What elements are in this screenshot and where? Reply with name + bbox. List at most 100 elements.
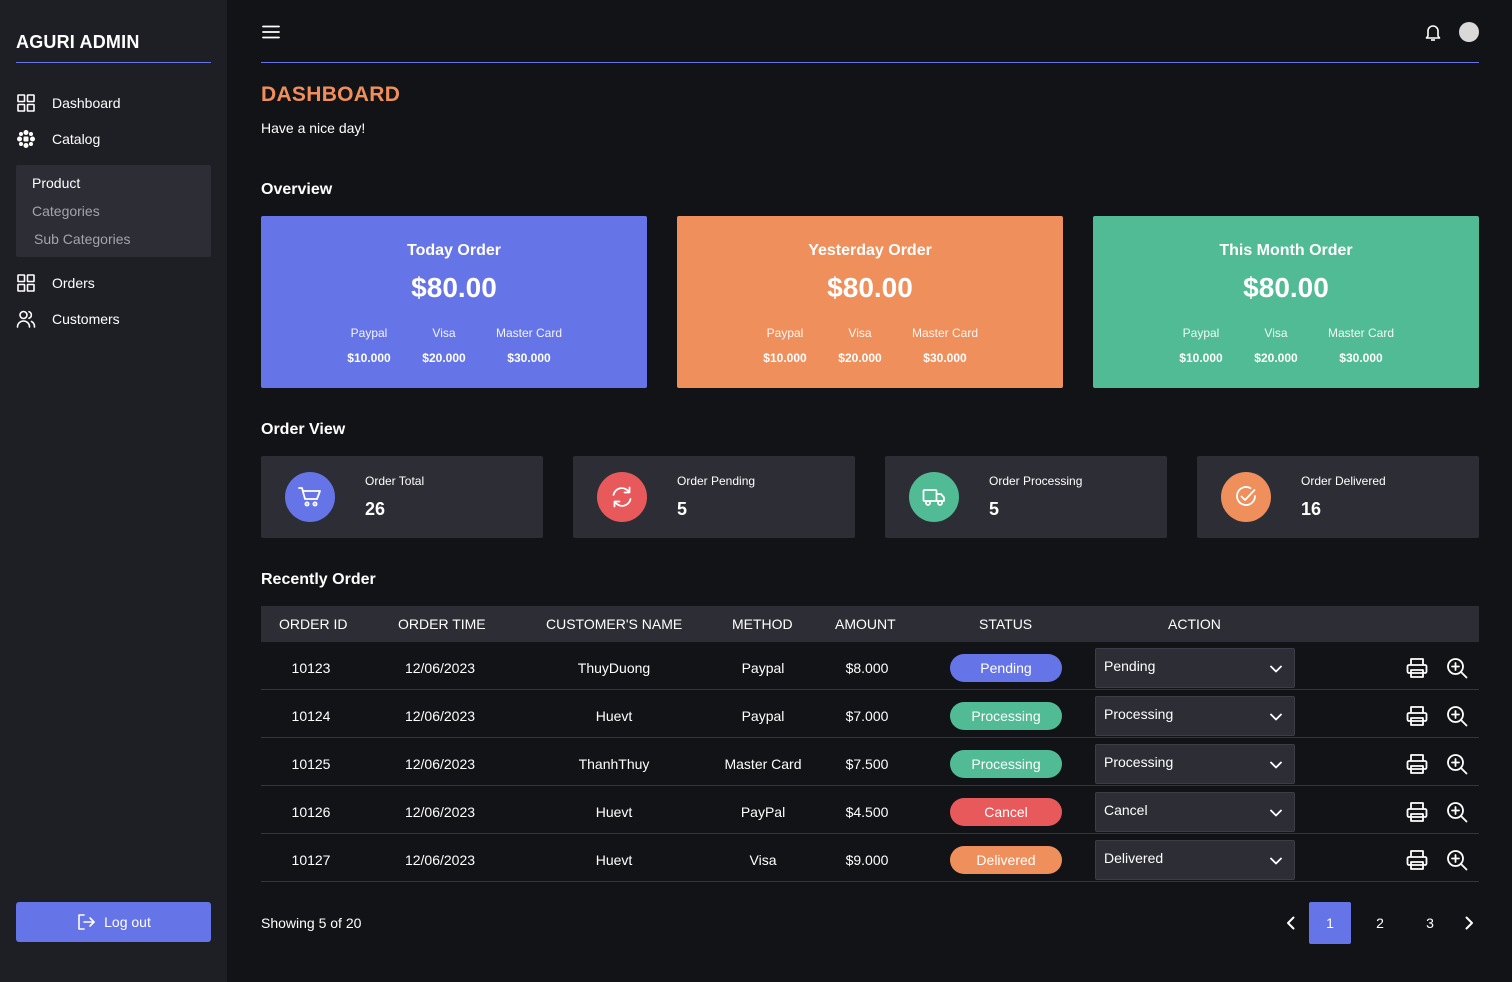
- payment-method-stat: Visa $20.000: [1231, 326, 1321, 365]
- payment-method-value: $20.000: [422, 351, 466, 365]
- submenu-item-product[interactable]: Product: [32, 175, 80, 191]
- submenu-item-categories[interactable]: Categories: [32, 203, 100, 219]
- printer-icon[interactable]: [1405, 704, 1429, 728]
- status-select[interactable]: Processing: [1095, 744, 1295, 784]
- sidebar-item-catalog[interactable]: Catalog: [16, 127, 100, 151]
- logout-button[interactable]: Log out: [16, 902, 211, 942]
- brand-logo: AGURI ADMIN: [16, 32, 211, 63]
- avatar[interactable]: [1459, 22, 1479, 42]
- section-title-overview: Overview: [261, 181, 333, 198]
- cell-name: ThuyDuong: [577, 660, 651, 676]
- overview-card-amount: $80.00: [827, 272, 913, 303]
- status-select-value: Cancel: [1104, 802, 1148, 818]
- page-button-1[interactable]: 1: [1309, 902, 1351, 944]
- cell-id: 10125: [291, 756, 331, 772]
- cell-method: Visa: [749, 852, 777, 868]
- column-header-order-id: ORDER ID: [279, 616, 348, 632]
- page-button-3[interactable]: 3: [1409, 902, 1451, 944]
- cell-time: 12/06/2023: [404, 756, 476, 772]
- sidebar-item-customers[interactable]: Customers: [16, 307, 120, 331]
- status-select-value: Pending: [1104, 658, 1156, 674]
- sidebar: AGURI ADMIN Dashboard Catalog Product Ca…: [0, 0, 227, 982]
- status-badge: Delivered: [950, 846, 1062, 874]
- order-stat-card: Order Total 26: [261, 456, 543, 538]
- chevron-left-icon[interactable]: [1281, 913, 1301, 933]
- cell-time: 12/06/2023: [404, 852, 476, 868]
- status-select[interactable]: Pending: [1095, 648, 1295, 688]
- table-header: ORDER ID ORDER TIME CUSTOMER'S NAME METH…: [261, 606, 1479, 642]
- overview-card: This Month Order $80.00 Paypal $10.000 V…: [1093, 216, 1479, 388]
- page-subtitle: Have a nice day!: [261, 120, 366, 136]
- status-select-value: Processing: [1104, 706, 1174, 722]
- submenu-item-sub-categories[interactable]: Sub Categories: [34, 231, 131, 247]
- cell-id: 10127: [291, 852, 331, 868]
- pagination-summary: Showing 5 of 20: [261, 915, 362, 931]
- page-button-2[interactable]: 2: [1359, 902, 1401, 944]
- status-badge: Processing: [950, 702, 1062, 730]
- payment-method-stat: Master Card $30.000: [1316, 326, 1406, 365]
- status-select[interactable]: Processing: [1095, 696, 1295, 736]
- printer-icon[interactable]: [1405, 752, 1429, 776]
- order-stat-card: Order Pending 5: [573, 456, 855, 538]
- payment-method-stat: Master Card $30.000: [484, 326, 574, 365]
- overview-card-amount: $80.00: [1243, 272, 1329, 303]
- payment-method-value: $20.000: [838, 351, 882, 365]
- column-header-customer-name: CUSTOMER'S NAME: [546, 616, 683, 632]
- printer-icon[interactable]: [1405, 848, 1429, 872]
- hamburger-menu-icon[interactable]: [261, 22, 281, 42]
- cell-name: Huevt: [595, 852, 633, 868]
- payment-method-label: Master Card: [911, 326, 979, 340]
- zoom-in-icon[interactable]: [1445, 752, 1469, 776]
- section-title-recent-orders: Recently Order: [261, 571, 376, 588]
- payment-method-stat: Visa $20.000: [399, 326, 489, 365]
- section-title-order-view: Order View: [261, 421, 346, 438]
- zoom-in-icon[interactable]: [1445, 800, 1469, 824]
- order-stat-card: Order Delivered 16: [1197, 456, 1479, 538]
- sidebar-item-dashboard[interactable]: Dashboard: [16, 91, 121, 115]
- grid-icon: [17, 274, 35, 292]
- overview-card-amount: $80.00: [411, 272, 497, 303]
- chevron-right-icon[interactable]: [1459, 913, 1479, 933]
- cell-id: 10124: [291, 708, 331, 724]
- cell-name: Huevt: [595, 708, 633, 724]
- status-select-value: Processing: [1104, 754, 1174, 770]
- cell-id: 10123: [291, 660, 331, 676]
- column-header-status: STATUS: [979, 616, 1033, 632]
- cell-amount: $7.500: [845, 756, 889, 772]
- status-select[interactable]: Delivered: [1095, 840, 1295, 880]
- check-circle-icon: [1221, 472, 1271, 522]
- cell-id: 10126: [291, 804, 331, 820]
- status-select[interactable]: Cancel: [1095, 792, 1295, 832]
- payment-method-label: Master Card: [1327, 326, 1395, 340]
- cell-method: Paypal: [741, 708, 785, 724]
- sidebar-item-label: Orders: [52, 275, 95, 291]
- overview-card-title: Today Order: [407, 242, 501, 259]
- cell-amount: $8.000: [845, 660, 889, 676]
- table-row: 10124 12/06/2023 Huevt Paypal $7.000 Processi…: [261, 690, 1479, 738]
- sidebar-item-orders[interactable]: Orders: [16, 271, 95, 295]
- payment-method-label: Master Card: [495, 326, 563, 340]
- zoom-in-icon[interactable]: [1445, 656, 1469, 680]
- cell-method: PayPal: [740, 804, 786, 820]
- zoom-in-icon[interactable]: [1445, 704, 1469, 728]
- table-row: 10125 12/06/2023 ThanhThuy Master Card $7.50…: [261, 738, 1479, 786]
- order-stat-count: 5: [677, 499, 688, 519]
- order-stat-label: Order Pending: [677, 474, 756, 488]
- printer-icon[interactable]: [1405, 656, 1429, 680]
- order-stat-count: 5: [989, 499, 1000, 519]
- cell-time: 12/06/2023: [404, 660, 476, 676]
- order-stat-card: Order Processing 5: [885, 456, 1167, 538]
- truck-icon: [909, 472, 959, 522]
- overview-card: Today Order $80.00 Paypal $10.000 Visa $…: [261, 216, 647, 388]
- bell-icon[interactable]: [1423, 22, 1443, 42]
- status-select-value: Delivered: [1104, 850, 1164, 866]
- column-header-order-time: ORDER TIME: [398, 616, 486, 632]
- header-divider: [261, 62, 1479, 63]
- payment-method-value: $30.000: [923, 351, 967, 365]
- printer-icon[interactable]: [1405, 800, 1429, 824]
- cell-name: Huevt: [595, 804, 633, 820]
- zoom-in-icon[interactable]: [1445, 848, 1469, 872]
- cell-method: Master Card: [724, 756, 802, 772]
- column-header-method: METHOD: [732, 616, 793, 632]
- cell-time: 12/06/2023: [404, 708, 476, 724]
